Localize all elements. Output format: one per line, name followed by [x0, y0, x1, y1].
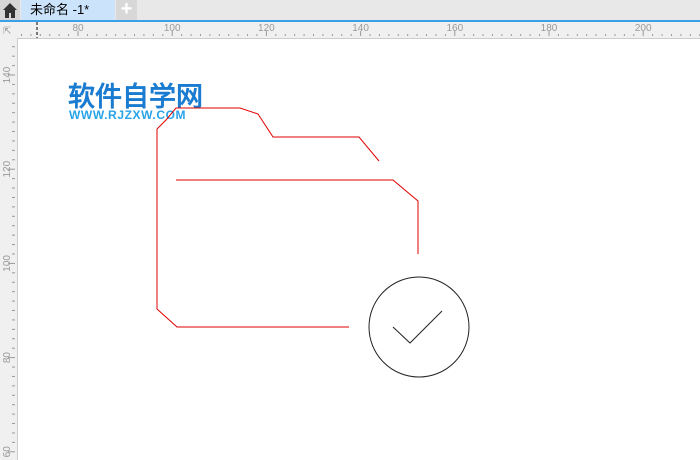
home-icon: [3, 3, 17, 18]
ruler-label: 100: [2, 255, 13, 272]
ruler-label: 80: [72, 23, 84, 34]
ruler-horizontal[interactable]: 80 100 120 140 160 180 200 ⇱: [0, 22, 700, 38]
drawing-canvas[interactable]: [17, 38, 700, 460]
ruler-label: 120: [258, 23, 275, 34]
ruler-label: 140: [352, 23, 369, 34]
ruler-label: 180: [541, 23, 558, 34]
tab-bar: 未命名 -1* +: [0, 0, 700, 22]
ruler-label: 60: [2, 446, 13, 458]
new-tab-button[interactable]: +: [116, 0, 137, 20]
ruler-label: 200: [635, 23, 652, 34]
ruler-origin-icon: ⇱: [3, 26, 11, 37]
ruler-label: 140: [2, 66, 13, 83]
tab-label: 未命名 -1*: [30, 2, 90, 17]
ruler-label: 100: [164, 23, 181, 34]
ruler-label: 120: [2, 160, 13, 177]
home-button[interactable]: [0, 0, 20, 20]
plus-icon: +: [120, 0, 133, 20]
ruler-vertical[interactable]: 140 120 100 80 60: [0, 38, 17, 459]
tab-document[interactable]: 未命名 -1*: [21, 0, 115, 20]
ruler-label: 80: [2, 352, 13, 364]
ruler-label: 160: [446, 23, 463, 34]
